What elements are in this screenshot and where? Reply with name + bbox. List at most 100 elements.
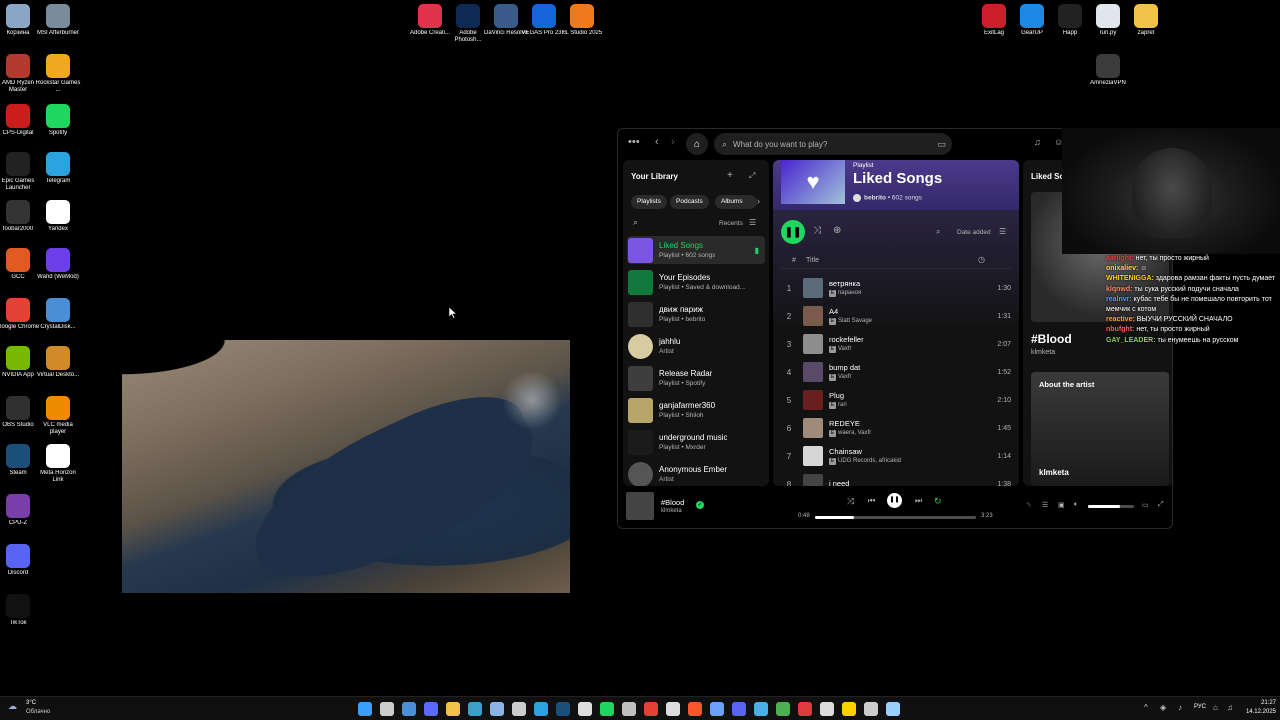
store-icon[interactable] [512, 702, 526, 716]
track-row[interactable]: 6 REDEYE Ewaera, Vaxfr 1:45 [781, 414, 1011, 442]
track-title[interactable]: rockefeller [829, 335, 981, 344]
track-title[interactable]: Chainsaw [829, 447, 981, 456]
start-button[interactable] [358, 702, 372, 716]
chatgpt-icon[interactable] [578, 702, 592, 716]
telegram-icon[interactable] [534, 702, 548, 716]
volume-icon[interactable]: 🔈︎ [1074, 501, 1078, 509]
library-sort[interactable]: Recents [719, 220, 743, 227]
next-icon[interactable]: ⏭ [915, 496, 922, 506]
list-view-icon[interactable]: ☰ [999, 227, 1006, 236]
library-search-icon[interactable]: ⌕ [633, 217, 638, 228]
desktop-icon[interactable]: Discord [0, 544, 41, 577]
language-indicator[interactable]: РУС [1194, 704, 1206, 710]
track-title[interactable]: ветрянка [829, 279, 981, 288]
network-icon[interactable]: ⌂ [1213, 703, 1218, 712]
chat-username[interactable]: klqnwd: [1106, 286, 1132, 293]
tray-chevron-icon[interactable]: ^ [1144, 703, 1148, 712]
happ-icon[interactable] [820, 702, 834, 716]
search-icon[interactable] [380, 702, 394, 716]
miniplayer-icon[interactable]: ▭ [1142, 501, 1149, 509]
track-artist[interactable]: Vaxfr [838, 346, 852, 352]
library-item[interactable]: Liked Songs Playlist • 602 songs ▮ [627, 236, 765, 264]
task-view-icon[interactable] [402, 702, 416, 716]
speaker-icon[interactable]: ♫ [1227, 703, 1233, 712]
chrome-icon[interactable] [644, 702, 658, 716]
lyrics-icon[interactable]: ✎ [1026, 501, 1032, 509]
library-item[interactable]: underground music Playlist • Mxrder [627, 428, 765, 456]
library-item[interactable]: ganjafarmer360 Playlist • Shiloh [627, 396, 765, 424]
globe-icon[interactable] [710, 702, 724, 716]
yandex-music-icon[interactable] [798, 702, 812, 716]
chat-username[interactable]: nbufght: [1106, 326, 1134, 333]
track-row[interactable]: 3 rockefeller E Vaxfr 2:07 [781, 330, 1011, 358]
chat-username[interactable]: onixaliev: [1106, 265, 1138, 272]
chat-username[interactable]: realnvr: [1106, 296, 1132, 303]
playlist-search-icon[interactable]: ⌕ [936, 227, 940, 237]
devices-icon[interactable]: ▣ [1058, 501, 1065, 509]
owner-name[interactable]: bebrito [864, 195, 886, 202]
minecraft-icon[interactable] [776, 702, 790, 716]
desktop-icon[interactable]: TikTok [0, 594, 41, 627]
desktop-icon[interactable]: MSI Afterburner [35, 4, 81, 37]
desktop-icon[interactable]: VLC media player [35, 396, 81, 436]
download-icon[interactable]: ⊕ [833, 225, 841, 236]
progress-bar[interactable] [815, 516, 976, 519]
track-title[interactable]: REDEYE [829, 419, 981, 428]
obs-icon[interactable] [864, 702, 878, 716]
chat-username[interactable]: GAY_LEADER: [1106, 337, 1156, 344]
notifications-icon[interactable]: ♫ [1034, 137, 1041, 147]
desktop-icon[interactable]: Meta Horizon Link [35, 444, 81, 484]
track-artist[interactable]: rari [838, 402, 847, 408]
widgets-icon[interactable] [424, 702, 438, 716]
desktop-icon[interactable]: Yandex [35, 200, 81, 233]
fullscreen-icon[interactable]: ⤢ [1158, 501, 1164, 509]
track-title[interactable]: Plug [829, 391, 981, 400]
desktop-icon[interactable]: CPU-Z [0, 494, 41, 527]
track-title[interactable]: A4 [829, 307, 981, 316]
library-item[interactable]: Anonymous Ember Artist [627, 460, 765, 486]
track-artist[interactable]: waera, Vaxfr [838, 430, 871, 436]
track-row[interactable]: 7 Chainsaw E UDG Records, africakid 1:14 [781, 442, 1011, 470]
microphone-icon[interactable]: ♪ [1178, 703, 1182, 712]
track-row[interactable]: 4 bump dat E Vaxfr 1:52 [781, 358, 1011, 386]
track-artist[interactable]: UDG Records, africakid [838, 458, 901, 464]
discord-icon[interactable] [732, 702, 746, 716]
sort-dropdown[interactable]: Date added [957, 229, 991, 236]
clock-time[interactable]: 21:27 [1242, 700, 1276, 706]
np-track-title[interactable]: #Blood [1031, 332, 1072, 346]
chat-username[interactable]: WHITENIGGA: [1106, 275, 1154, 282]
forward-arrow-icon[interactable]: › [671, 136, 675, 148]
desktop-icon[interactable]: zapret [1123, 4, 1169, 37]
notepad-icon[interactable] [490, 702, 504, 716]
saved-check-icon[interactable]: ✓ [696, 501, 704, 509]
track-artist[interactable]: параноя [838, 290, 861, 296]
copilot-icon[interactable] [754, 702, 768, 716]
previous-icon[interactable]: ⏮ [868, 496, 875, 506]
chip-albums[interactable]: Albums [715, 195, 757, 209]
chat-username[interactable]: aarlight: [1106, 255, 1134, 262]
chat-username[interactable]: reactive: [1106, 316, 1135, 323]
np-artist[interactable]: klmketa [1031, 349, 1055, 356]
about-artist-card[interactable]: About the artist klmketa [1031, 372, 1169, 486]
track-artist[interactable]: Slatt Savage [838, 318, 872, 324]
desktop-icon[interactable]: Wand (WeMod) [35, 248, 81, 281]
volume-slider[interactable] [1088, 505, 1134, 508]
chevron-right-icon[interactable]: › [757, 196, 760, 206]
chip-podcasts[interactable]: Podcasts [670, 195, 709, 209]
desktop-icon[interactable]: Virtual Deskto... [35, 346, 81, 379]
desktop-icon[interactable]: CrystalDisk... [35, 298, 81, 331]
track-row[interactable]: 5 Plug Erari 2:10 [781, 386, 1011, 414]
browser-icon[interactable] [622, 702, 636, 716]
search-input[interactable]: ⌕ What do you want to play? ▭ [714, 133, 952, 155]
weather-temp[interactable]: 3°C [26, 700, 36, 706]
repeat-icon[interactable]: ↻ [934, 496, 942, 507]
pause-button[interactable]: ❚❚ [887, 493, 902, 508]
desktop-icon[interactable]: Telegram [35, 152, 81, 185]
track-row[interactable]: 2 A4 E Slatt Savage 1:31 [781, 302, 1011, 330]
list-view-icon[interactable]: ☰ [749, 218, 756, 227]
desktop-icon[interactable]: FL Studio 2025 [559, 4, 605, 37]
monitor-icon[interactable] [886, 702, 900, 716]
terminal-icon[interactable] [468, 702, 482, 716]
library-item[interactable]: движ париж Playlist • bebrito [627, 300, 765, 328]
chip-playlists[interactable]: Playlists [631, 195, 667, 209]
